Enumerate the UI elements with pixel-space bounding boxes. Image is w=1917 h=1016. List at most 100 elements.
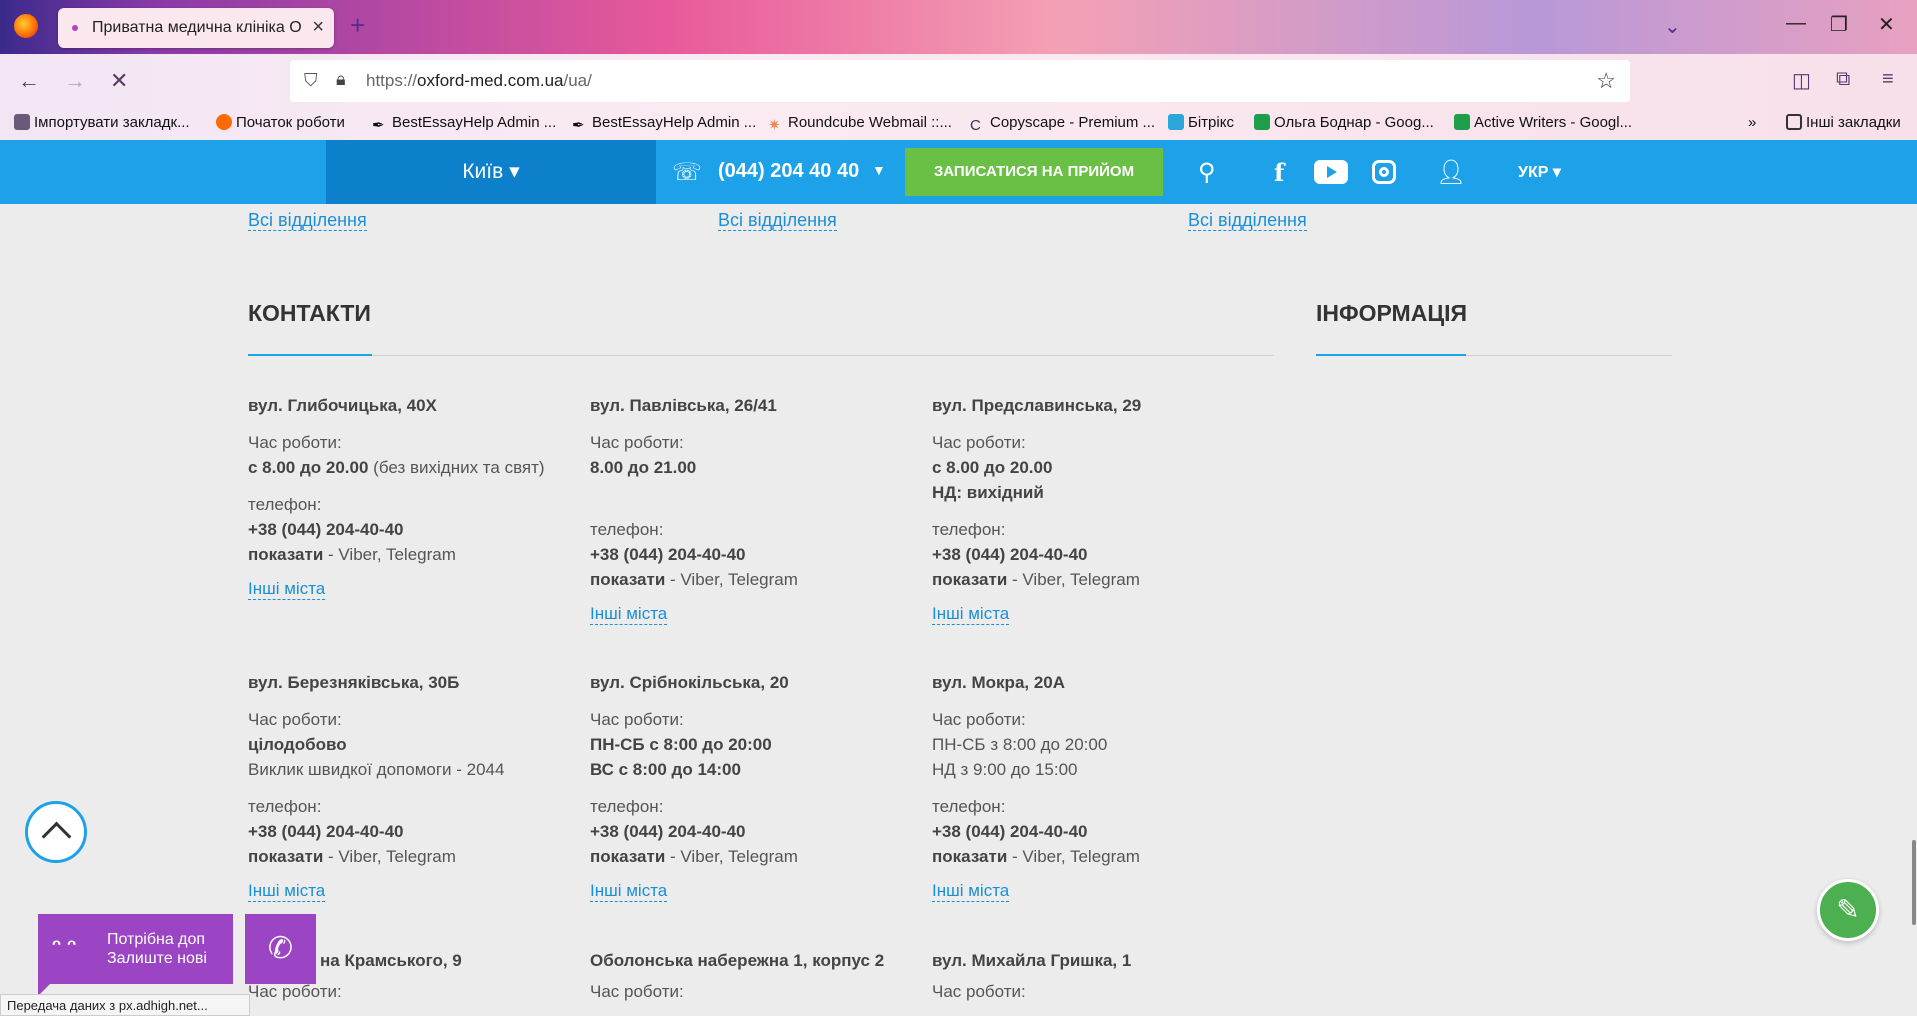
all-departments-link[interactable]: Всі відділення [248,210,367,231]
all-departments-link[interactable]: Всі відділення [1188,210,1307,231]
language-selector[interactable]: УКР ▾ [1518,162,1561,182]
call-button[interactable]: ✆ [245,914,316,984]
search-icon[interactable]: ⚲ [1198,158,1216,187]
phone-label: телефон: [248,495,322,514]
bookmark-item[interactable]: Active Writers - Googl... [1454,114,1632,131]
messengers-text: - Viber, Telegram [323,545,456,564]
youtube-icon[interactable] [1314,160,1348,184]
show-messengers-link[interactable]: показати [590,570,665,589]
forward-icon[interactable]: → [64,68,86,94]
chat-button[interactable]: ✎ [1817,879,1879,941]
bookmark-item[interactable]: Імпортувати закладк... [14,114,190,131]
bookmark-item[interactable]: Початок роботи [216,114,345,131]
location-street: вул. Березняківська, 30Б [248,673,460,692]
location-card: вул. Глибочицька, 40Х Час роботи: с 8.00… [248,393,578,601]
info-heading: ІНФОРМАЦІЯ [1316,300,1468,326]
messengers-text: - Viber, Telegram [665,570,798,589]
phone-label: телефон: [248,797,322,816]
header-phone[interactable]: (044) 204 40 40 [718,160,859,183]
show-messengers-link[interactable]: показати [590,847,665,866]
location-card: вул. Предславинська, 29 Час роботи: с 8.… [932,393,1262,626]
window-close-icon[interactable]: ✕ [1878,12,1895,37]
bookmark-star-icon[interactable]: ☆ [1596,68,1616,94]
bookmark-item[interactable]: ✷ Roundcube Webmail ::... [768,114,952,134]
new-tab-icon[interactable]: + [350,10,365,41]
show-messengers-link[interactable]: показати [932,847,1007,866]
bookmark-item[interactable]: Ольга Боднар - Goog... [1254,114,1434,131]
other-cities-link[interactable]: Інші міста [590,881,668,902]
pocket-icon[interactable]: ◫ [1792,68,1811,93]
messengers-text: - Viber, Telegram [1007,570,1140,589]
phone-value[interactable]: +38 (044) 204-40-40 [590,542,920,567]
help-text: Потрібна доп Залиште нові [107,931,207,967]
city-selector[interactable]: Київ ▾ [326,140,656,204]
messengers-text: - Viber, Telegram [665,847,798,866]
user-icon[interactable]: 👤︎ [1436,158,1466,187]
phone-handset-icon: ✆ [267,932,294,965]
hours-value-2: НД: вихідний [932,483,1044,502]
url-text[interactable]: https://oxford-med.com.ua/ua/ [366,71,592,91]
location-card: вул. Срібнокільська, 20 Час роботи: ПН-С… [590,670,920,903]
other-cities-link[interactable]: Інші міста [590,604,668,625]
hours-value-2: НД з 9:00 до 15:00 [932,760,1078,779]
chat-bubble-icon: ✎ [1836,894,1860,925]
minimize-icon[interactable]: — [1786,12,1806,35]
bookmark-item[interactable]: ✒ BestEssayHelp Admin ... [572,114,756,134]
page-scrollbar[interactable] [1912,840,1916,925]
book-appointment-button[interactable]: ЗАПИСАТИСЯ НА ПРИЙОМ [905,148,1163,196]
bookmarks-overflow-icon[interactable]: » [1748,114,1756,131]
browser-status-bar: Передача даних з px.adhigh.net... [0,994,250,1016]
other-cities-link[interactable]: Інші міста [932,604,1010,625]
phone-value[interactable]: +38 (044) 204-40-40 [248,517,578,542]
location-street: вул. Срібнокільська, 20 [590,673,789,692]
phone-label: телефон: [932,797,1006,816]
browser-tab[interactable]: Приватна медична клініка Oxfo × [58,8,334,48]
divider-accent [248,354,372,356]
show-messengers-link[interactable]: показати [248,847,323,866]
stop-loading-icon[interactable]: ✕ [110,68,128,94]
hours-value: 8.00 до 21.00 [590,458,697,477]
other-cities-link[interactable]: Інші міста [248,579,326,600]
scroll-to-top-button[interactable] [25,801,87,863]
show-messengers-link[interactable]: показати [248,545,323,564]
hours-label: Час роботи: [932,433,1026,452]
phone-dropdown-icon[interactable]: ▼ [872,162,886,178]
lock-icon[interactable]: 🔒︎ [336,69,346,90]
phone-value[interactable]: +38 (044) 204-40-40 [932,542,1262,567]
list-tabs-chevron-icon[interactable]: ⌄ [1664,14,1681,39]
tab-close-icon[interactable]: × [312,16,324,39]
menu-icon[interactable]: ≡ [1882,68,1894,91]
all-departments-link[interactable]: Всі відділення [718,210,837,231]
location-card: вул. Михайла Гришка, 1 Час роботи: [932,948,1262,1004]
bookmark-item[interactable]: C Copyscape - Premium ... [970,114,1155,134]
firefox-icon[interactable] [14,14,38,38]
help-callback-widget[interactable]: ᵔ ᵔ Потрібна доп Залиште нові [38,914,233,996]
show-messengers-link[interactable]: показати [932,570,1007,589]
bookmark-item[interactable]: Бітрікс [1168,114,1234,131]
phone-value[interactable]: +38 (044) 204-40-40 [590,819,920,844]
bookmark-item[interactable]: ✒ BestEssayHelp Admin ... [372,114,556,134]
restore-icon[interactable]: ❐ [1830,12,1848,37]
facebook-icon[interactable]: f [1274,158,1284,187]
location-street: вул. Павлівська, 26/41 [590,396,777,415]
other-cities-link[interactable]: Інші міста [248,881,326,902]
messengers-text: - Viber, Telegram [1007,847,1140,866]
back-icon[interactable]: ← [18,68,40,94]
hours-value: с 8.00 до 20.00 [932,458,1053,477]
roundcube-icon: ✷ [768,117,781,134]
address-bar[interactable]: ⛉ 🔒︎ https://oxford-med.com.ua/ua/ ☆ [290,60,1630,102]
hours-label: Час роботи: [248,710,342,729]
location-street: вул. Предславинська, 29 [932,396,1142,415]
phone-value[interactable]: +38 (044) 204-40-40 [932,819,1262,844]
tracking-shield-icon[interactable]: ⛉ [304,70,318,91]
divider-accent [1316,354,1466,356]
other-cities-link[interactable]: Інші міста [932,881,1010,902]
hours-label: Час роботи: [590,982,684,1001]
phone-value[interactable]: +38 (044) 204-40-40 [248,819,578,844]
instagram-icon[interactable] [1372,160,1396,184]
location-street: вул. Мокра, 20А [932,673,1066,692]
extensions-icon[interactable]: ⧉ [1836,68,1850,91]
other-bookmarks[interactable]: Інші закладки [1786,114,1901,131]
location-street: вул. Глибочицька, 40Х [248,396,437,415]
location-card: вул. Березняківська, 30Б Час роботи: ціл… [248,670,578,903]
